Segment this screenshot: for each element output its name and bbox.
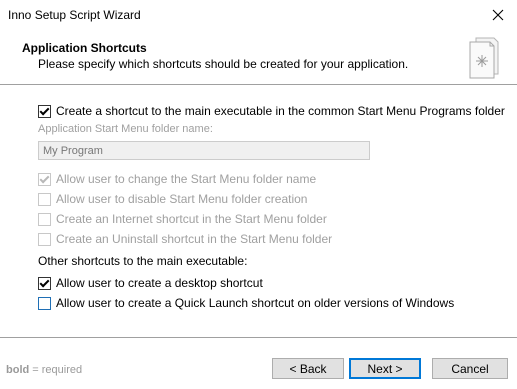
allow-change-folder-checkbox[interactable]: Allow user to change the Start Menu fold…	[38, 171, 316, 187]
legend-bold: bold	[6, 364, 30, 376]
title-bar: Inno Setup Script Wizard	[0, 0, 517, 30]
uninstall-shortcut-checkbox[interactable]: Create an Uninstall shortcut in the Star…	[38, 231, 332, 247]
checkbox-label: Create a shortcut to the main executable…	[56, 104, 505, 118]
quick-launch-shortcut-checkbox[interactable]: Allow user to create a Quick Launch shor…	[38, 295, 454, 311]
wizard-header: Application Shortcuts Please specify whi…	[0, 30, 517, 84]
checkbox-label: Create an Uninstall shortcut in the Star…	[56, 232, 333, 246]
desktop-shortcut-checkbox[interactable]: Allow user to create a desktop shortcut	[38, 275, 263, 291]
page-subtitle: Please specify which shortcuts should be…	[38, 57, 409, 71]
cancel-button[interactable]: Cancel	[432, 358, 508, 379]
checkbox-box[interactable]	[38, 192, 51, 206]
wizard-document-icon	[469, 37, 499, 79]
checkbox-box[interactable]	[38, 232, 51, 246]
checkbox-label: Allow user to create a Quick Launch shor…	[56, 296, 455, 310]
checkbox-box[interactable]	[38, 212, 51, 226]
page-title: Application Shortcuts	[22, 41, 147, 55]
checkbox-box[interactable]	[38, 276, 51, 290]
checkbox-box[interactable]	[38, 104, 51, 118]
checkbox-label: Allow user to create a desktop shortcut	[56, 276, 263, 290]
checkbox-box[interactable]	[38, 172, 51, 186]
folder-name-label: Application Start Menu folder name:	[38, 123, 213, 135]
window-title: Inno Setup Script Wizard	[8, 8, 141, 22]
next-button[interactable]: Next >	[349, 358, 421, 379]
other-shortcuts-label: Other shortcuts to the main executable:	[38, 254, 248, 268]
checkbox-box[interactable]	[38, 296, 51, 310]
folder-name-input[interactable]	[38, 141, 370, 160]
required-legend: bold = required	[6, 364, 82, 376]
checkbox-label: Create an Internet shortcut in the Start…	[56, 212, 327, 226]
close-button[interactable]	[487, 4, 509, 26]
allow-disable-folder-checkbox[interactable]: Allow user to disable Start Menu folder …	[38, 191, 307, 207]
start-menu-shortcut-checkbox[interactable]: Create a shortcut to the main executable…	[38, 103, 505, 119]
legend-text: = required	[29, 364, 83, 376]
wizard-footer: bold = required < Back Next > Cancel	[0, 338, 517, 389]
back-button[interactable]: < Back	[272, 358, 344, 379]
checkbox-label: Allow user to change the Start Menu fold…	[56, 172, 317, 186]
close-icon	[492, 9, 504, 21]
checkbox-label: Allow user to disable Start Menu folder …	[56, 192, 308, 206]
internet-shortcut-checkbox[interactable]: Create an Internet shortcut in the Start…	[38, 211, 327, 227]
shortcuts-panel: Create a shortcut to the main executable…	[0, 85, 517, 337]
